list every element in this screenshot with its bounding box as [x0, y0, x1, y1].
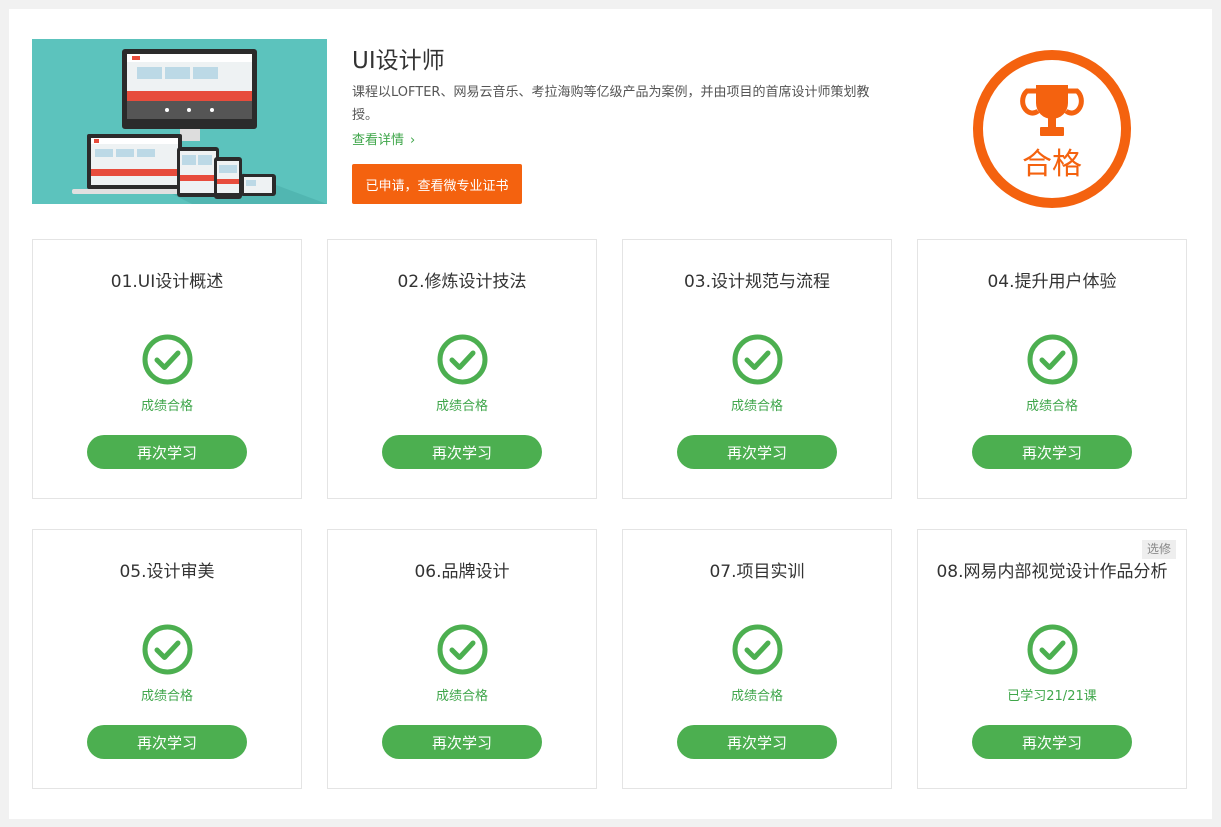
- view-details-link[interactable]: 查看详情 ›: [352, 129, 415, 148]
- module-status: 成绩合格: [435, 399, 488, 414]
- module-card: 01.UI设计概述 成绩合格 再次学习: [32, 239, 302, 499]
- study-again-button[interactable]: 再次学习: [972, 725, 1132, 759]
- module-card: 08.网易内部视觉设计作品分析 已学习21/21课 再次学习 选修: [917, 529, 1187, 789]
- study-again-button[interactable]: 再次学习: [382, 435, 542, 469]
- module-card: 05.设计审美 成绩合格 再次学习: [32, 529, 302, 789]
- check-circle-icon: [1027, 624, 1078, 675]
- module-card: 07.项目实训 成绩合格 再次学习: [622, 529, 892, 789]
- elective-tag: 选修: [1141, 540, 1176, 559]
- pass-seal: 合格: [972, 49, 1132, 209]
- module-card: 03.设计规范与流程 成绩合格 再次学习: [622, 239, 892, 499]
- chevron-right-icon: ›: [410, 133, 416, 148]
- pass-seal-graphic: 合格: [973, 50, 1131, 208]
- module-card: 06.品牌设计 成绩合格 再次学习: [327, 529, 597, 789]
- devices-illustration: [32, 39, 327, 204]
- module-title: 07.项目实训: [709, 562, 805, 582]
- seal-text: 合格: [1022, 147, 1082, 182]
- study-again-button[interactable]: 再次学习: [87, 435, 247, 469]
- check-circle-icon: [437, 334, 488, 385]
- module-title: 04.提升用户体验: [987, 272, 1117, 292]
- module-status: 成绩合格: [730, 689, 783, 704]
- module-status: 成绩合格: [1025, 399, 1078, 414]
- module-card: 02.修炼设计技法 成绩合格 再次学习: [327, 239, 597, 499]
- module-status: 已学习21/21课: [1007, 689, 1097, 704]
- module-title: 08.网易内部视觉设计作品分析: [936, 562, 1168, 582]
- module-status: 成绩合格: [140, 399, 193, 414]
- view-certificate-button[interactable]: 已申请，查看微专业证书: [352, 164, 522, 204]
- course-panel: UI设计师 课程以LOFTER、网易云音乐、考拉海购等亿级产品为案例，并由项目的…: [9, 9, 1212, 819]
- module-title: 02.修炼设计技法: [397, 272, 527, 292]
- check-circle-icon: [732, 624, 783, 675]
- study-again-button[interactable]: 再次学习: [382, 725, 542, 759]
- study-again-button[interactable]: 再次学习: [677, 725, 837, 759]
- module-title: 06.品牌设计: [414, 562, 510, 582]
- view-details-label: 查看详情: [352, 133, 405, 148]
- check-circle-icon: [1027, 334, 1078, 385]
- study-again-button[interactable]: 再次学习: [677, 435, 837, 469]
- module-status: 成绩合格: [730, 399, 783, 414]
- check-circle-icon: [142, 624, 193, 675]
- module-status: 成绩合格: [140, 689, 193, 704]
- course-description: 课程以LOFTER、网易云音乐、考拉海购等亿级产品为案例，并由项目的首席设计师策…: [352, 85, 870, 123]
- module-title: 05.设计审美: [119, 562, 215, 582]
- course-title: UI设计师: [352, 48, 445, 74]
- course-banner-image[interactable]: [32, 39, 327, 204]
- study-again-button[interactable]: 再次学习: [972, 435, 1132, 469]
- check-circle-icon: [142, 334, 193, 385]
- module-status: 成绩合格: [435, 689, 488, 704]
- check-circle-icon: [732, 334, 783, 385]
- module-title: 03.设计规范与流程: [683, 272, 831, 292]
- module-title: 01.UI设计概述: [110, 272, 224, 292]
- study-again-button[interactable]: 再次学习: [87, 725, 247, 759]
- module-card: 04.提升用户体验 成绩合格 再次学习: [917, 239, 1187, 499]
- check-circle-icon: [437, 624, 488, 675]
